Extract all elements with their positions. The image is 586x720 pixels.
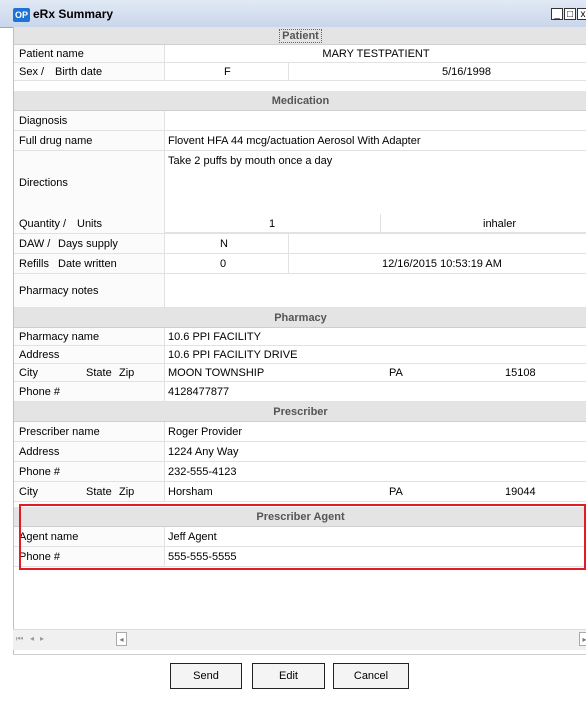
prescriber-state: PA xyxy=(389,486,403,498)
section-medication: Medication xyxy=(14,91,586,111)
first-page-icon[interactable]: ⏮ xyxy=(16,634,23,644)
prescriber-city-label: City xyxy=(19,486,38,498)
pharmacy-city-row: City State Zip MOON TOWNSHIP PA 15108 xyxy=(14,364,586,382)
refills-row: Refills Date written 0 12/16/2015 10:53:… xyxy=(14,254,586,274)
drug-name: Flovent HFA 44 mcg/actuation Aerosol Wit… xyxy=(168,135,421,147)
pharmacy-state: PA xyxy=(389,367,403,379)
patient-sex: F xyxy=(224,66,231,78)
pharmacy-address-label: Address xyxy=(19,349,60,361)
pharmacy-address: 10.6 PPI FACILITY DRIVE xyxy=(168,349,298,361)
pharmacy-zip-label: Zip xyxy=(119,367,135,379)
pharmacy-notes-row: Pharmacy notes xyxy=(14,274,586,308)
pharmacy-city-label: City xyxy=(19,367,38,379)
pharmacy-name-row: Pharmacy name 10.6 PPI FACILITY xyxy=(14,328,586,346)
pharmacy-city: MOON TOWNSHIP xyxy=(168,367,265,379)
prescriber-city: Horsham xyxy=(168,486,213,498)
drug-label: Full drug name xyxy=(19,135,93,147)
prescriber-agent-highlight xyxy=(19,504,586,570)
units-label: Units xyxy=(77,218,103,230)
patient-name-label: Patient name xyxy=(19,48,84,60)
daw-value: N xyxy=(220,238,228,250)
quantity-value: 1 xyxy=(269,218,276,230)
prescriber-address-row: Address 1224 Any Way xyxy=(14,442,586,462)
section-pharmacy-title: Pharmacy xyxy=(274,312,327,324)
pharmacy-notes-label: Pharmacy notes xyxy=(19,285,99,297)
pharmacy-name: 10.6 PPI FACILITY xyxy=(168,331,261,343)
horizontal-scrollbar[interactable]: ⏮ ◂ ▸ ◂ ▸ xyxy=(13,629,586,650)
prescriber-name-row: Prescriber name Roger Provider xyxy=(14,422,586,442)
diagnosis-row: Diagnosis xyxy=(14,111,586,131)
quantity-label: Quantity / xyxy=(19,218,67,230)
window-titlebar: OP eRx Summary _ □ x xyxy=(0,0,586,28)
patient-birth-date: 5/16/1998 xyxy=(442,66,491,78)
pharmacy-phone-label: Phone # xyxy=(19,386,60,398)
prev-page-icon[interactable]: ◂ xyxy=(30,634,34,643)
directions-label: Directions xyxy=(19,177,68,189)
section-patient-title: Patient xyxy=(279,29,322,43)
prescriber-phone-label: Phone # xyxy=(19,466,60,478)
prescriber-phone: 232-555-4123 xyxy=(168,466,237,478)
drug-row: Full drug name Flovent HFA 44 mcg/actuat… xyxy=(14,131,586,151)
prescriber-address-label: Address xyxy=(19,446,60,458)
edit-button[interactable]: Edit xyxy=(252,663,325,689)
days-supply-label: Days supply xyxy=(58,238,118,250)
date-written-label: Date written xyxy=(58,258,117,270)
scroll-right-icon[interactable]: ▸ xyxy=(579,632,586,646)
prescriber-phone-row: Phone # 232-555-4123 xyxy=(14,462,586,482)
diagnosis-label: Diagnosis xyxy=(19,115,68,127)
minimize-icon[interactable]: _ xyxy=(551,8,563,20)
directions-value: Take 2 puffs by mouth once a day xyxy=(168,155,333,167)
pharmacy-state-label: State xyxy=(86,367,112,379)
prescriber-name: Roger Provider xyxy=(168,426,242,438)
patient-sex-row: Sex / Birth date F 5/16/1998 xyxy=(14,63,586,81)
pharmacy-name-label: Pharmacy name xyxy=(19,331,100,343)
pharmacy-phone-row: Phone # 4128477877 xyxy=(14,382,586,402)
prescriber-zip: 19044 xyxy=(505,486,536,498)
prescriber-city-row: City State Zip Horsham PA 19044 xyxy=(14,482,586,502)
scroll-left-icon[interactable]: ◂ xyxy=(116,632,127,646)
daw-label: DAW / xyxy=(19,238,51,250)
prescriber-name-label: Prescriber name xyxy=(19,426,100,438)
sex-label: Sex / xyxy=(19,66,45,78)
pharmacy-phone: 4128477877 xyxy=(168,386,230,398)
prescriber-address: 1224 Any Way xyxy=(168,446,239,458)
birth-date-label: Birth date xyxy=(55,66,103,78)
quantity-row: Quantity / Units 1 inhaler xyxy=(14,214,586,234)
maximize-icon[interactable]: □ xyxy=(564,8,576,20)
close-icon[interactable]: x xyxy=(577,8,586,20)
pharmacy-zip: 15108 xyxy=(505,367,536,379)
cancel-button[interactable]: Cancel xyxy=(333,663,409,689)
units-value: inhaler xyxy=(483,218,517,230)
section-patient: Patient xyxy=(14,27,586,45)
footer-divider xyxy=(13,654,586,655)
prescriber-zip-label: Zip xyxy=(119,486,135,498)
prescriber-state-label: State xyxy=(86,486,112,498)
section-prescriber-title: Prescriber xyxy=(273,406,328,418)
pharmacy-address-row: Address 10.6 PPI FACILITY DRIVE xyxy=(14,346,586,364)
daw-row: DAW / Days supply N xyxy=(14,234,586,254)
section-prescriber: Prescriber xyxy=(14,402,586,422)
send-button[interactable]: Send xyxy=(170,663,242,689)
section-pharmacy: Pharmacy xyxy=(14,308,586,328)
window-title: eRx Summary xyxy=(33,7,114,21)
refills-value: 0 xyxy=(220,258,227,270)
app-icon: OP xyxy=(13,8,30,22)
section-medication-title: Medication xyxy=(271,95,330,107)
date-written-value: 12/16/2015 10:53:19 AM xyxy=(382,258,502,270)
patient-name: MARY TESTPATIENT xyxy=(322,48,430,60)
next-page-icon[interactable]: ▸ xyxy=(40,634,44,643)
refills-label: Refills xyxy=(19,258,49,270)
patient-name-row: Patient name MARY TESTPATIENT xyxy=(14,45,586,63)
